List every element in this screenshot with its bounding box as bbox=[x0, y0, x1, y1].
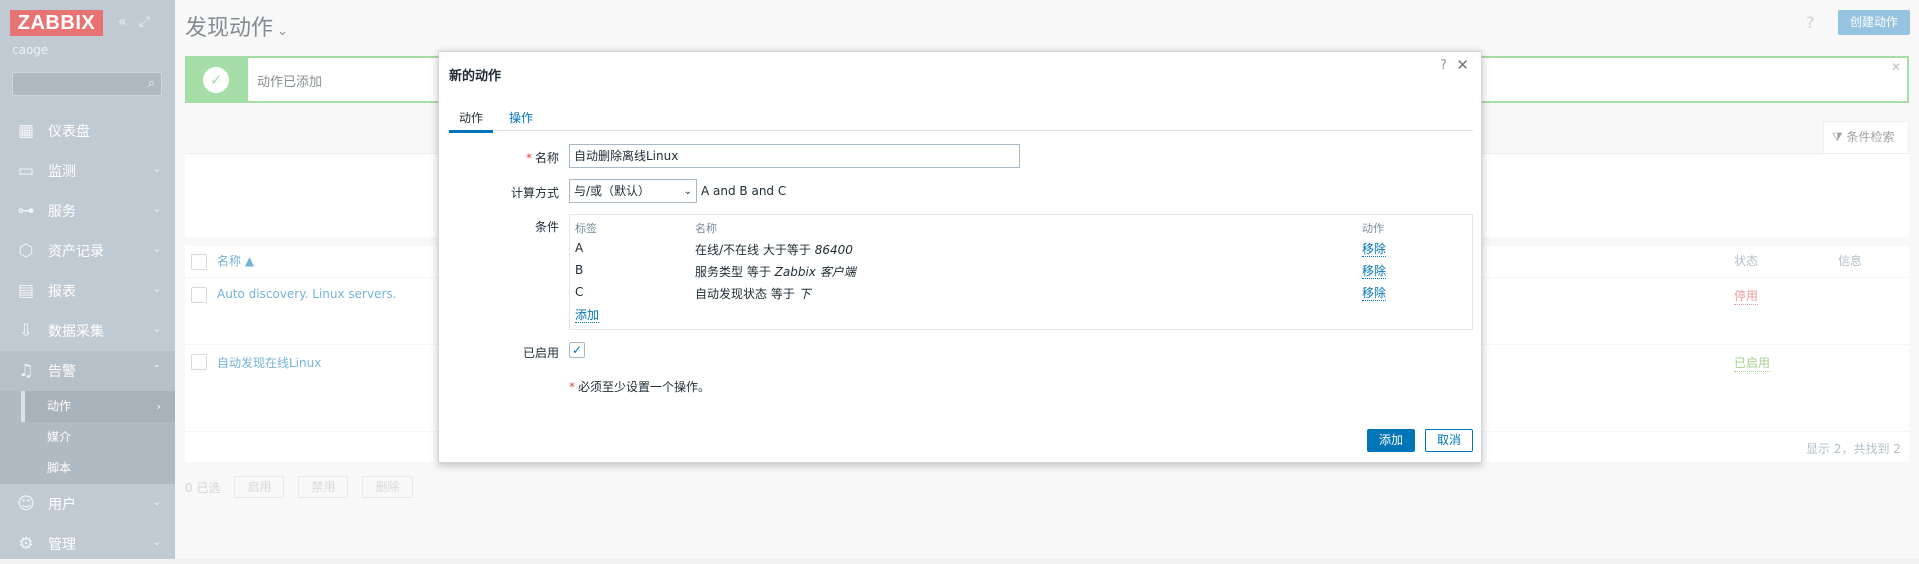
condition-text: 服务类型 等于 bbox=[695, 265, 775, 279]
conditions-table: 标签 名称 动作 A 在线/不在线 大于等于 86400 移除 B 服务类型 等… bbox=[569, 214, 1473, 330]
calculation-select-value: 与/或（默认） bbox=[574, 184, 651, 198]
cancel-button[interactable]: 取消 bbox=[1425, 429, 1473, 452]
name-label: * 名称 bbox=[439, 149, 559, 166]
operations-warning: * 必须至少设置一个操作。 bbox=[569, 378, 710, 395]
condition-name: 服务类型 等于 Zabbix 客户端 bbox=[695, 263, 856, 280]
condition-text: 自动发现状态 等于 bbox=[695, 287, 799, 301]
check-icon: ✓ bbox=[571, 343, 583, 357]
condition-value: 86400 bbox=[814, 243, 853, 257]
add-condition-link[interactable]: 添加 bbox=[575, 308, 600, 323]
new-action-dialog: 新的动作 ? ✕ 动作 操作 * 名称 自动删除离线Linux 计算方式 与/或（… bbox=[438, 51, 1482, 463]
conditions-header-action: 动作 bbox=[1362, 222, 1384, 235]
calculation-formula: A and B and C bbox=[701, 184, 787, 198]
conditions-header-name: 名称 bbox=[695, 222, 717, 235]
add-button[interactable]: 添加 bbox=[1367, 429, 1415, 452]
condition-label: B bbox=[575, 263, 584, 277]
tab-action[interactable]: 动作 bbox=[449, 109, 494, 133]
name-label-text: 名称 bbox=[534, 151, 559, 165]
condition-label: C bbox=[575, 285, 584, 299]
conditions-header-label: 标签 bbox=[575, 222, 597, 235]
chevron-down-icon: ⌄ bbox=[683, 186, 692, 197]
condition-value: Zabbix 客户端 bbox=[774, 265, 856, 279]
dialog-tabs: 动作 操作 bbox=[449, 109, 1473, 133]
condition-text: 在线/不在线 大于等于 bbox=[695, 243, 815, 257]
condition-label: A bbox=[575, 241, 584, 255]
remove-condition-link[interactable]: 移除 bbox=[1362, 286, 1387, 301]
remove-condition-link[interactable]: 移除 bbox=[1362, 264, 1387, 279]
operations-warning-text: 必须至少设置一个操作。 bbox=[578, 380, 711, 394]
name-field[interactable]: 自动删除离线Linux bbox=[569, 144, 1020, 168]
calculation-select[interactable]: 与/或（默认） ⌄ bbox=[569, 179, 697, 203]
calc-label: 计算方式 bbox=[510, 186, 559, 200]
enabled-checkbox[interactable]: ✓ bbox=[569, 342, 585, 358]
help-icon[interactable]: ? bbox=[1440, 58, 1447, 73]
close-icon[interactable]: ✕ bbox=[1456, 56, 1469, 74]
condition-name: 在线/不在线 大于等于 86400 bbox=[695, 241, 853, 258]
required-marker: * bbox=[569, 380, 575, 394]
required-marker: * bbox=[525, 151, 532, 165]
dialog-title: 新的动作 bbox=[449, 69, 502, 84]
conditions-label: 条件 bbox=[534, 220, 559, 234]
remove-condition-link[interactable]: 移除 bbox=[1362, 242, 1387, 257]
condition-value: 下 bbox=[798, 287, 811, 301]
tab-operations[interactable]: 操作 bbox=[503, 109, 539, 130]
enabled-label: 已启用 bbox=[522, 346, 559, 360]
condition-name: 自动发现状态 等于 下 bbox=[695, 285, 811, 302]
